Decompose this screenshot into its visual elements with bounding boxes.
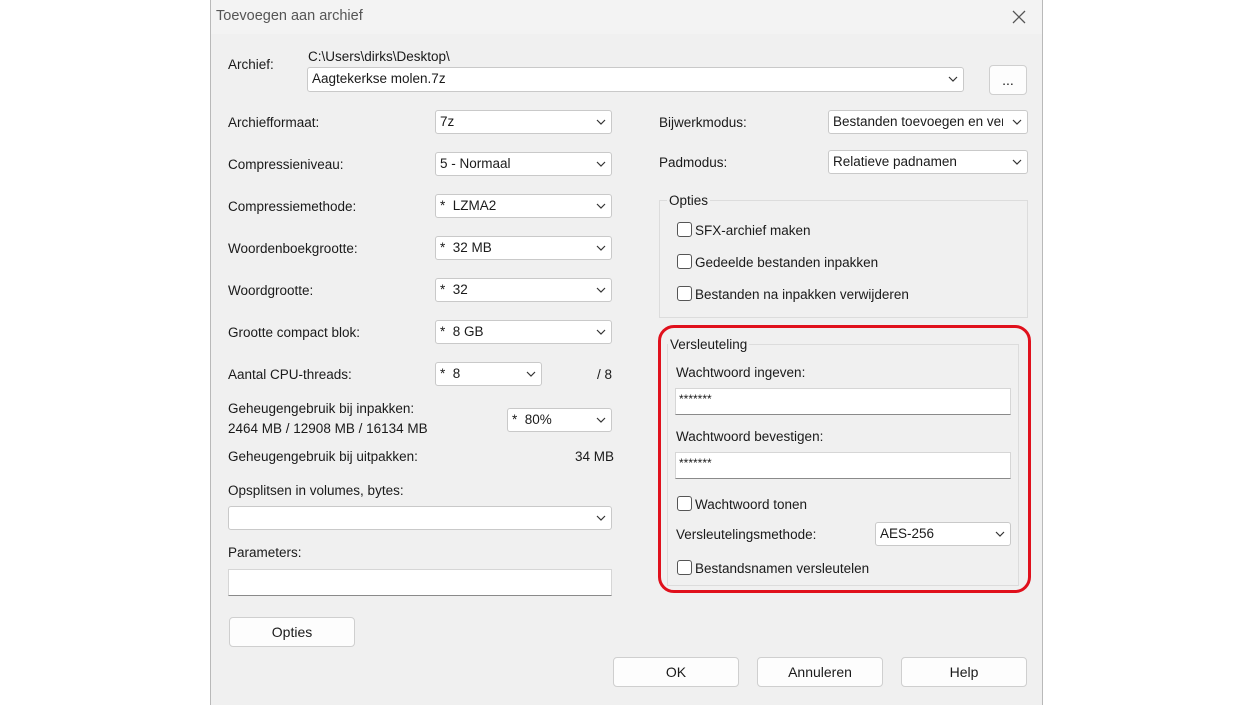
browse-button[interactable]: ... bbox=[989, 65, 1027, 95]
update-mode-value: Bestanden toevoegen en ver bbox=[833, 114, 1003, 129]
encryption-highlight bbox=[658, 325, 1031, 593]
chevron-down-icon bbox=[596, 417, 606, 423]
chevron-down-icon bbox=[596, 329, 606, 335]
add-to-archive-dialog: Toevoegen aan archief Archief: C:\Users\… bbox=[210, 0, 1043, 705]
help-button[interactable]: Help bbox=[901, 657, 1027, 687]
path-mode-combo[interactable]: Relatieve padnamen bbox=[828, 150, 1028, 174]
mem-pack-combo[interactable]: * 80% bbox=[507, 408, 612, 432]
chevron-down-icon bbox=[948, 76, 958, 82]
threads-combo[interactable]: * 8 bbox=[435, 362, 542, 386]
threads-max: / 8 bbox=[597, 367, 613, 382]
level-value: 5 - Normaal bbox=[440, 156, 511, 171]
close-icon[interactable] bbox=[1006, 4, 1032, 30]
options-group-title: Opties bbox=[667, 193, 711, 208]
update-mode-label: Bijwerkmodus: bbox=[659, 115, 747, 130]
archive-name-value: Aagtekerkse molen.7z bbox=[312, 71, 446, 86]
title-bar: Toevoegen aan archief bbox=[211, 0, 1042, 34]
mem-pack-label: Geheugengebruik bij inpakken: bbox=[228, 401, 415, 416]
shared-files-checkbox[interactable] bbox=[677, 254, 692, 269]
split-label: Opsplitsen in volumes, bytes: bbox=[228, 483, 404, 498]
level-combo[interactable]: 5 - Normaal bbox=[435, 152, 612, 176]
sfx-checkbox[interactable] bbox=[677, 222, 692, 237]
chevron-down-icon bbox=[1012, 159, 1022, 165]
chevron-down-icon bbox=[596, 245, 606, 251]
mem-unpack-value: 34 MB bbox=[575, 449, 615, 464]
mem-pack-detail: 2464 MB / 12908 MB / 16134 MB bbox=[228, 421, 428, 436]
options-button[interactable]: Opties bbox=[229, 617, 355, 647]
format-label: Archiefformaat: bbox=[228, 115, 320, 130]
word-combo[interactable]: * 32 bbox=[435, 278, 612, 302]
mem-unpack-label: Geheugengebruik bij uitpakken: bbox=[228, 449, 418, 464]
method-value: * LZMA2 bbox=[440, 198, 497, 213]
chevron-down-icon bbox=[596, 515, 606, 521]
chevron-down-icon bbox=[596, 203, 606, 209]
path-mode-value: Relatieve padnamen bbox=[833, 154, 957, 169]
params-label: Parameters: bbox=[228, 545, 302, 560]
path-mode-label: Padmodus: bbox=[659, 155, 728, 170]
chevron-down-icon bbox=[1012, 119, 1022, 125]
update-mode-combo[interactable]: Bestanden toevoegen en ver bbox=[828, 110, 1028, 134]
method-combo[interactable]: * LZMA2 bbox=[435, 194, 612, 218]
level-label: Compressieniveau: bbox=[228, 157, 344, 172]
word-label: Woordgrootte: bbox=[228, 283, 314, 298]
archive-path: C:\Users\dirks\Desktop\ bbox=[308, 49, 450, 64]
dict-combo[interactable]: * 32 MB bbox=[435, 236, 612, 260]
format-combo[interactable]: 7z bbox=[435, 110, 612, 134]
threads-label: Aantal CPU-threads: bbox=[228, 367, 352, 382]
cancel-button[interactable]: Annuleren bbox=[757, 657, 883, 687]
sfx-label: SFX-archief maken bbox=[695, 223, 811, 238]
solid-combo[interactable]: * 8 GB bbox=[435, 320, 612, 344]
format-value: 7z bbox=[440, 114, 455, 129]
word-value: * 32 bbox=[440, 282, 468, 297]
split-combo[interactable] bbox=[228, 506, 612, 530]
shared-files-label: Gedeelde bestanden inpakken bbox=[695, 255, 879, 270]
window-title: Toevoegen aan archief bbox=[216, 8, 363, 24]
chevron-down-icon bbox=[526, 371, 536, 377]
archive-label: Archief: bbox=[228, 57, 274, 72]
method-label: Compressiemethode: bbox=[228, 199, 357, 214]
chevron-down-icon bbox=[596, 287, 606, 293]
mem-pack-value: * 80% bbox=[512, 412, 552, 427]
delete-after-label: Bestanden na inpakken verwijderen bbox=[695, 287, 909, 302]
ok-button[interactable]: OK bbox=[613, 657, 739, 687]
params-input[interactable] bbox=[228, 569, 612, 596]
delete-after-checkbox[interactable] bbox=[677, 286, 692, 301]
threads-value: * 8 bbox=[440, 366, 461, 381]
chevron-down-icon bbox=[596, 161, 606, 167]
archive-name-combo[interactable]: Aagtekerkse molen.7z bbox=[307, 67, 964, 92]
solid-value: * 8 GB bbox=[440, 324, 484, 339]
dict-value: * 32 MB bbox=[440, 240, 492, 255]
dict-label: Woordenboekgrootte: bbox=[228, 241, 358, 256]
solid-label: Grootte compact blok: bbox=[228, 325, 361, 340]
chevron-down-icon bbox=[596, 119, 606, 125]
